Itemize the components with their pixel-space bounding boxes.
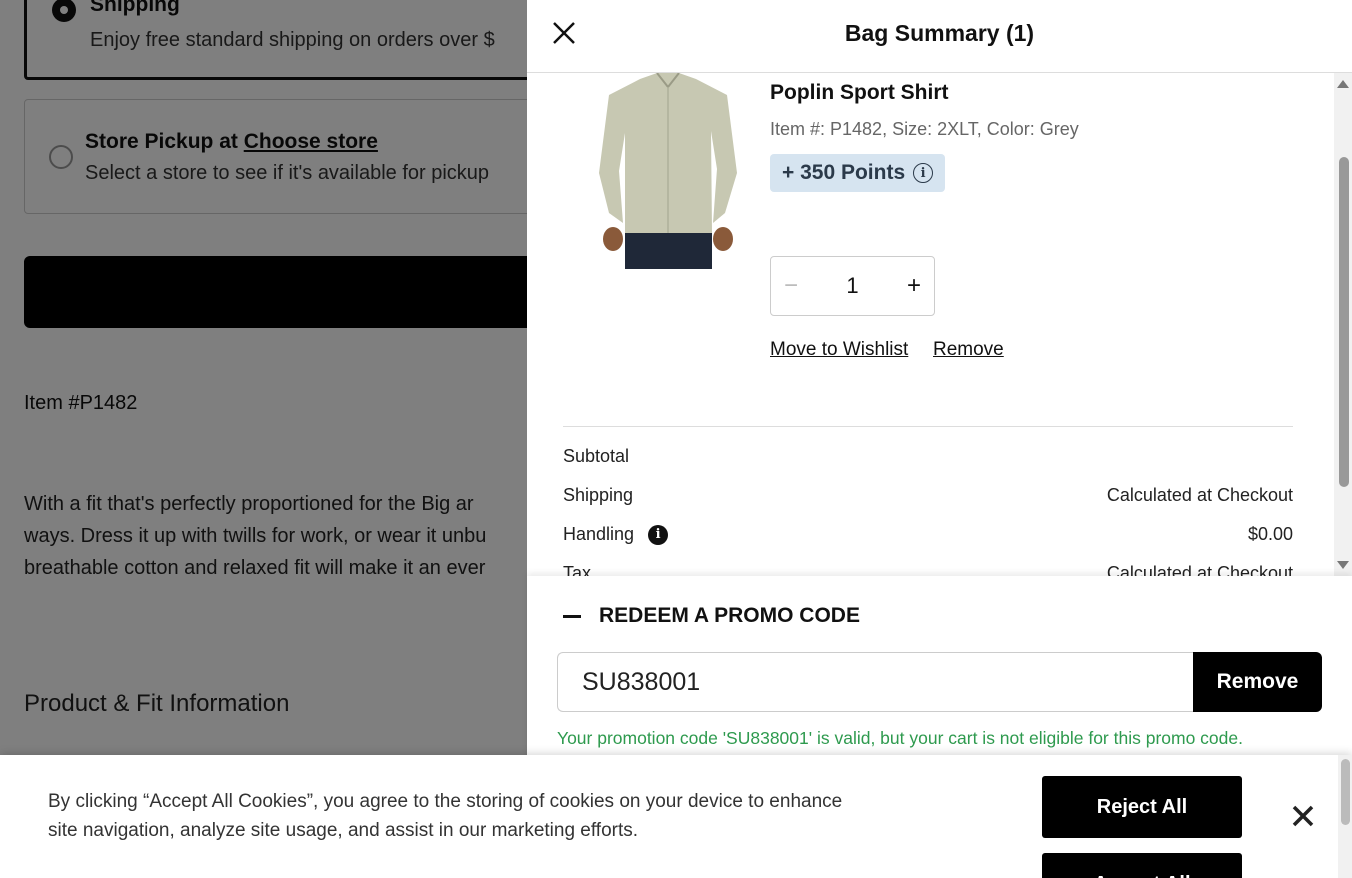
promo-remove-button[interactable]: Remove: [1193, 652, 1322, 712]
summary-row-subtotal: Subtotal: [563, 446, 1293, 467]
info-icon[interactable]: i: [913, 163, 934, 183]
cookie-banner: By clicking “Accept All Cookies”, you ag…: [0, 755, 1352, 878]
quantity-value: 1: [846, 273, 859, 298]
points-badge: + 350 Points i: [770, 154, 946, 192]
product-name[interactable]: Poplin Sport Shirt: [770, 81, 949, 105]
bag-summary-drawer: Bag Summary (1) Poplin Sport Shirt Item …: [527, 0, 1352, 878]
cookie-scrollbar[interactable]: [1338, 755, 1352, 878]
cookie-text: By clicking “Accept All Cookies”, you ag…: [48, 791, 843, 841]
summary-row-tax: Tax Calculated at Checkout: [563, 563, 1293, 576]
handling-value: $0.00: [1247, 524, 1293, 544]
info-icon[interactable]: i: [648, 524, 669, 545]
promo-toggle[interactable]: REDEEM A PROMO CODE: [563, 604, 860, 628]
promo-heading: REDEEM A PROMO CODE: [599, 604, 860, 627]
divider: [563, 426, 1293, 427]
shipping-label: Shipping: [563, 485, 634, 505]
promo-status-message: Your promotion code 'SU838001' is valid,…: [557, 728, 1243, 748]
subtotal-label: Subtotal: [563, 446, 630, 466]
shipping-value: Calculated at Checkout: [1106, 485, 1293, 505]
accept-all-button[interactable]: Accept All: [1042, 853, 1242, 878]
scroll-down-arrow-icon[interactable]: [1337, 561, 1349, 569]
product-image[interactable]: [595, 73, 740, 269]
summary-row-shipping: Shipping Calculated at Checkout: [563, 485, 1293, 506]
scroll-up-arrow-icon[interactable]: [1337, 80, 1349, 88]
drawer-scrollbar[interactable]: [1334, 73, 1352, 576]
move-to-wishlist-link[interactable]: Move to Wishlist: [770, 339, 908, 361]
decrement-button[interactable]: −: [771, 272, 811, 300]
bag-items-scroll[interactable]: Poplin Sport Shirt Item #: P1482, Size: …: [527, 73, 1352, 576]
promo-code-input[interactable]: [557, 652, 1194, 712]
increment-button[interactable]: +: [894, 272, 934, 300]
product-meta: Item #: P1482, Size: 2XLT, Color: Grey: [770, 119, 1079, 139]
handling-label-group: Handling i: [563, 524, 669, 545]
reject-all-button[interactable]: Reject All: [1042, 776, 1242, 838]
collapse-minus-icon: [563, 614, 581, 618]
tax-value: Calculated at Checkout: [1106, 563, 1293, 576]
close-icon[interactable]: [1290, 803, 1316, 829]
tax-label: Tax: [563, 563, 592, 576]
drawer-header: Bag Summary (1): [527, 0, 1352, 73]
handling-label: Handling: [563, 524, 635, 544]
quantity-stepper: − 1 +: [770, 256, 935, 316]
points-label: + 350 Points: [782, 161, 906, 184]
scrollbar-thumb[interactable]: [1339, 157, 1349, 487]
summary-row-handling: Handling i $0.00: [563, 524, 1293, 545]
scrollbar-thumb[interactable]: [1341, 759, 1350, 825]
remove-item-link[interactable]: Remove: [933, 339, 1004, 361]
drawer-title: Bag Summary (1): [844, 20, 1035, 46]
